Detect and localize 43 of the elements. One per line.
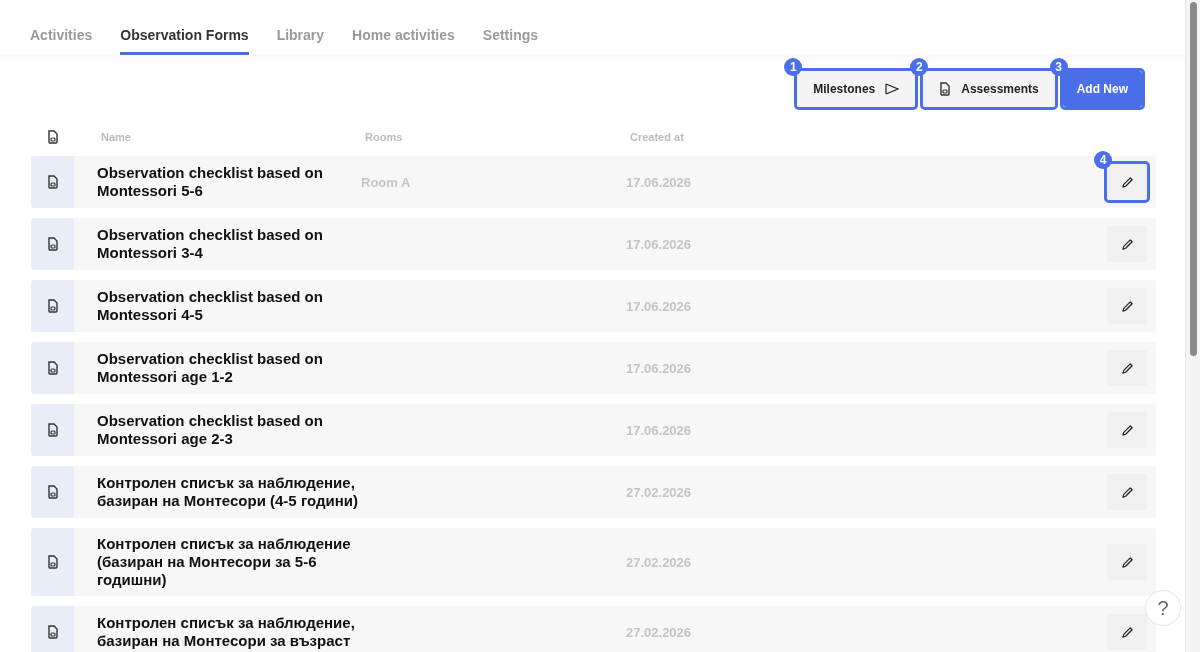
flag-icon	[885, 83, 900, 95]
add-new-button[interactable]: Add New	[1062, 71, 1142, 107]
pencil-icon	[1120, 625, 1134, 639]
form-name: Контролен списък за наблюдение (базиран на Монтесори за 5-6 годишни)	[96, 534, 352, 590]
edit-button[interactable]	[1107, 474, 1147, 510]
column-header: Created at	[630, 131, 685, 143]
document-icon	[46, 625, 59, 639]
document-icon	[939, 82, 952, 96]
pencil-icon	[1120, 423, 1134, 437]
pencil-icon	[1120, 237, 1134, 251]
pencil-icon	[1120, 175, 1134, 189]
document-icon	[46, 423, 59, 437]
edit-button[interactable]	[1107, 226, 1147, 262]
scrollbar[interactable]	[1185, 0, 1200, 652]
document-icon	[46, 299, 59, 313]
form-name: Observation checklist based on Montessori age 2-3	[96, 411, 324, 449]
pencil-icon	[1120, 555, 1134, 569]
edit-button[interactable]	[1107, 544, 1147, 580]
column-header: Rooms	[365, 131, 404, 143]
assessments-button[interactable]: Assessments	[923, 71, 1055, 107]
form-name: Контролен списък за наблюдение, базиран на Монтесори за възраст	[96, 613, 356, 651]
callout-number: 4	[1094, 151, 1112, 169]
document-icon	[46, 485, 59, 499]
edit-button[interactable]	[1107, 412, 1147, 448]
document-icon	[46, 361, 59, 375]
form-name: Контролен списък за наблюдение, базиран на Монтесори (4-5 години)	[96, 473, 359, 511]
pencil-icon	[1120, 361, 1134, 375]
document-icon	[46, 237, 59, 251]
edit-button[interactable]	[1107, 350, 1147, 386]
pencil-icon	[1120, 485, 1134, 499]
document-icon	[46, 175, 59, 189]
form-name: Observation checklist based on Montessori 5-6	[96, 163, 324, 201]
document-icon	[46, 555, 59, 569]
document-icon	[46, 130, 59, 144]
pencil-icon	[1120, 299, 1134, 313]
milestones-button[interactable]: Milestones	[797, 71, 916, 107]
form-name: Observation checklist based on Montessori 3-4	[96, 225, 324, 263]
column-header: Name	[100, 131, 132, 143]
form-name: Observation checklist based on Montessori age 1-2	[96, 349, 324, 387]
edit-button[interactable]	[1107, 614, 1147, 650]
edit-button[interactable]	[1107, 288, 1147, 324]
help-button[interactable]: ?	[1145, 590, 1181, 626]
form-name: Observation checklist based on Montessori 4-5	[96, 287, 324, 325]
